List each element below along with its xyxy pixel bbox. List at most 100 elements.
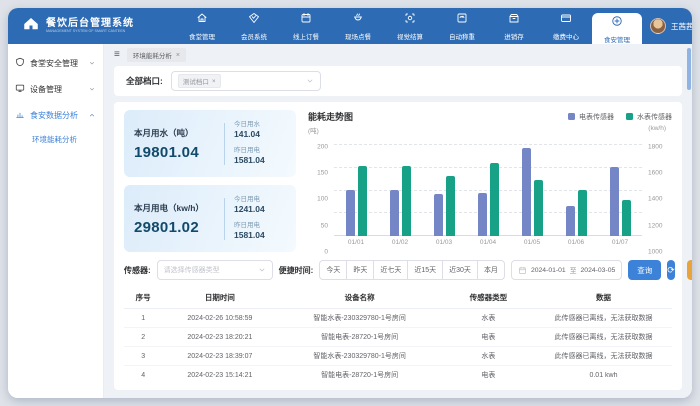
table-cell: 智能水表-230329780-1号房间 xyxy=(277,313,441,323)
stall-select[interactable]: 测试档口 × xyxy=(171,71,321,91)
member-icon xyxy=(248,11,260,29)
x-axis-label: 01/03 xyxy=(422,236,466,248)
nav-item-payment[interactable]: 缴费中心 xyxy=(540,8,592,44)
search-button[interactable]: 查询 xyxy=(628,260,661,280)
quick-time-button[interactable]: 近七天 xyxy=(373,260,408,280)
legend-item[interactable]: 水表传感器 xyxy=(626,112,672,122)
date-separator: 至 xyxy=(570,265,577,275)
table-row[interactable]: 42024-02-23 15:14:21智能电表-28720-1号房间电表0.0… xyxy=(124,366,672,382)
calendar-icon xyxy=(518,266,527,275)
app-subtitle: MANAGEMENT SYSTEM OF SMART CANTEEN xyxy=(46,30,125,34)
home-icon xyxy=(196,11,208,29)
nav-item-order[interactable]: 线上订餐 xyxy=(280,8,332,44)
sidebar-item-analysis[interactable]: 食安数据分析 xyxy=(8,102,103,128)
sidebar-collapse-icon[interactable]: ≡ xyxy=(114,50,120,60)
bar-group-01/06 xyxy=(554,136,598,236)
right-axis-tick: 1600 xyxy=(648,169,662,176)
right-axis-unit: (kw/h) xyxy=(648,125,666,132)
left-axis-tick: 0 xyxy=(324,249,328,256)
bar-group-01/03 xyxy=(422,136,466,236)
tab-bar: ≡ 环境能耗分析 × xyxy=(104,44,692,64)
nav-item-foodsafe[interactable]: 食安管理 xyxy=(592,13,642,44)
chevron-down-icon xyxy=(306,77,314,85)
left-axis-tick: 50 xyxy=(321,222,328,229)
nav-item-home[interactable]: 食堂管理 xyxy=(176,8,228,44)
quick-time-button[interactable]: 近30天 xyxy=(442,260,478,280)
stat-side-value: 1241.04 xyxy=(234,204,286,214)
dine-icon xyxy=(352,11,364,29)
refresh-button[interactable]: ⟳ xyxy=(667,260,675,280)
tag-close-icon[interactable]: × xyxy=(212,78,216,85)
sidebar-item-shield[interactable]: 食堂安全管理 xyxy=(8,50,103,76)
sidebar-subitem[interactable]: 环境能耗分析 xyxy=(8,128,103,150)
sidebar-item-device[interactable]: 设备管理 xyxy=(8,76,103,102)
sensor-label: 传感器: xyxy=(124,265,151,276)
quick-time-button[interactable]: 昨天 xyxy=(346,260,374,280)
tab-close-icon[interactable]: × xyxy=(176,52,180,59)
bar[interactable] xyxy=(446,176,455,236)
nav-item-dine[interactable]: 现场点餐 xyxy=(332,8,384,44)
quick-time-label: 便捷时间: xyxy=(279,265,314,276)
app-window: 餐饮后台管理系统 MANAGEMENT SYSTEM OF SMART CANT… xyxy=(8,8,692,398)
legend-swatch xyxy=(568,113,575,120)
chart-legend: 电表传感器 水表传感器 xyxy=(568,112,672,122)
left-axis-tick: 200 xyxy=(317,143,328,150)
nav-item-inventory[interactable]: 进销存 xyxy=(488,8,540,44)
legend-swatch xyxy=(626,113,633,120)
bar[interactable] xyxy=(578,190,587,236)
table-cell: 0.01 kwh xyxy=(535,372,672,379)
bar[interactable] xyxy=(478,193,487,236)
open-tab-chip[interactable]: 环境能耗分析 × xyxy=(127,48,186,62)
quick-time-button[interactable]: 近15天 xyxy=(407,260,443,280)
stat-title: 本月用水（吨） xyxy=(134,127,215,139)
nav-item-vision[interactable]: 视觉结算 xyxy=(384,8,436,44)
chevron-down-icon xyxy=(88,85,96,93)
bar[interactable] xyxy=(610,167,619,236)
nav-item-weigh[interactable]: 自动称重 xyxy=(436,8,488,44)
vision-icon xyxy=(404,11,416,29)
open-tab-label: 环境能耗分析 xyxy=(133,50,172,60)
date-range-input[interactable]: 2024-01-01 至 2024-03-05 xyxy=(511,260,622,280)
x-axis-label: 01/01 xyxy=(334,236,378,248)
table-row[interactable]: 12024-02-26 10:58:59智能水表-230329780-1号房间水… xyxy=(124,309,672,328)
quick-time-button[interactable]: 本月 xyxy=(477,260,505,280)
x-axis-label: 01/07 xyxy=(598,236,642,248)
stall-filter-card: 全部档口: 测试档口 × xyxy=(114,66,682,96)
bar-group-01/05 xyxy=(510,136,554,236)
stat-side-value: 1581.04 xyxy=(234,230,286,240)
bar[interactable] xyxy=(622,200,631,236)
x-axis-label: 01/02 xyxy=(378,236,422,248)
bar[interactable] xyxy=(358,166,367,236)
date-start: 2024-01-01 xyxy=(531,267,566,274)
right-axis-tick: 1400 xyxy=(648,196,662,203)
table-body: 12024-02-26 10:58:59智能水表-230329780-1号房间水… xyxy=(124,309,672,382)
chevron-up-icon xyxy=(88,111,96,119)
sensor-select[interactable]: 请选择传感器类型 xyxy=(157,260,273,280)
table-cell: 水表 xyxy=(442,313,535,323)
table-cell: 水表 xyxy=(442,351,535,361)
table-cell: 电表 xyxy=(442,332,535,342)
avatar[interactable] xyxy=(650,18,666,34)
bar[interactable] xyxy=(490,163,499,236)
scrollbar[interactable] xyxy=(687,46,691,396)
stat-cards: 本月用水（吨） 19801.04 今日用水 141.04 昨日用电 1581.0… xyxy=(124,110,296,252)
bar[interactable] xyxy=(434,194,443,236)
bar-group-01/02 xyxy=(378,136,422,236)
bar[interactable] xyxy=(566,206,575,236)
bar[interactable] xyxy=(390,190,399,236)
bar[interactable] xyxy=(346,190,355,236)
bar[interactable] xyxy=(402,166,411,236)
stat-card-water: 本月用水（吨） 19801.04 今日用水 141.04 昨日用电 1581.0… xyxy=(124,110,296,177)
table-row[interactable]: 22024-02-23 18:20:21智能电表-28720-1号房间电表此传感… xyxy=(124,328,672,347)
user-box[interactable]: 王茜茜，采购经理 ⋮ xyxy=(642,8,692,44)
quick-time-button[interactable]: 今天 xyxy=(319,260,347,280)
table-cell: 此传感器已离线，无法获取数据 xyxy=(535,313,672,323)
bar[interactable] xyxy=(522,148,531,236)
bar[interactable] xyxy=(534,180,543,236)
x-axis-label: 01/04 xyxy=(466,236,510,248)
table-row[interactable]: 32024-02-23 18:39:07智能水表-230329780-1号房间水… xyxy=(124,347,672,366)
scrollbar-thumb[interactable] xyxy=(687,48,691,90)
nav-item-member[interactable]: 会员系统 xyxy=(228,8,280,44)
app-logo: 餐饮后台管理系统 MANAGEMENT SYSTEM OF SMART CANT… xyxy=(8,8,176,44)
legend-item[interactable]: 电表传感器 xyxy=(568,112,614,122)
